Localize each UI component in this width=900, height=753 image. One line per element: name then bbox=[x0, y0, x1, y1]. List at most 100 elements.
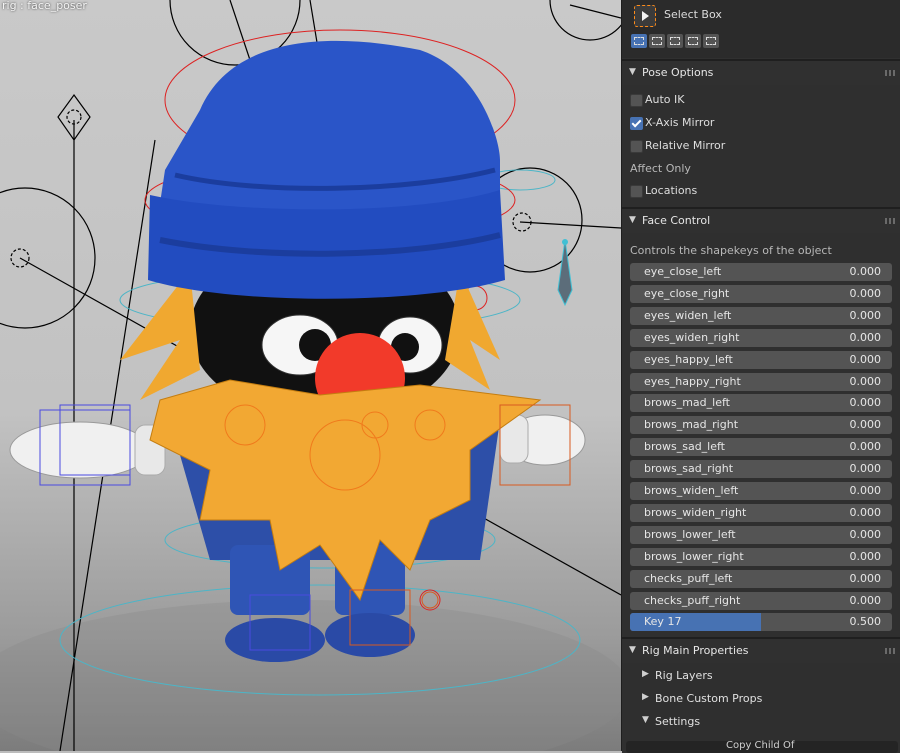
right-glove bbox=[499, 414, 586, 466]
copy-child-of-button[interactable]: Copy Child Of bbox=[626, 740, 898, 753]
shapekey-value: 0.000 bbox=[849, 484, 882, 497]
extend-selection-icon[interactable] bbox=[649, 34, 665, 48]
shapekey-slider[interactable]: eyes_widen_right 0.000 bbox=[630, 328, 892, 347]
rig-main-properties-panel: ▼ Rig Main Properties ▶ Rig Layers ▶ Bon… bbox=[622, 637, 900, 753]
hat bbox=[148, 40, 505, 299]
shapekey-value: 0.000 bbox=[849, 549, 882, 563]
select-box-tool-icon[interactable] bbox=[634, 5, 656, 27]
properties-sidebar: Select Box ▼ Pose Options Auto IK X-Axis… bbox=[621, 0, 900, 753]
shapekey-slider[interactable]: brows_lower_right 0.000 bbox=[630, 547, 892, 566]
locations-label: Locations bbox=[645, 184, 698, 197]
shapekey-value: 0.000 bbox=[849, 440, 882, 454]
shapekey-name: brows_widen_left bbox=[644, 484, 739, 497]
shapekey-value: 0.000 bbox=[849, 418, 882, 432]
rig-main-properties-header[interactable]: ▼ Rig Main Properties bbox=[622, 639, 900, 663]
invert-selection-icon[interactable] bbox=[685, 34, 701, 48]
bone-gizmo bbox=[557, 239, 573, 307]
affect-only-label: Affect Only bbox=[630, 162, 691, 175]
chevron-down-icon: ▼ bbox=[642, 715, 649, 725]
shapekey-name: eye_close_left bbox=[644, 265, 722, 278]
shapekey-slider[interactable]: brows_sad_left 0.000 bbox=[630, 438, 892, 457]
pose-options-title: Pose Options bbox=[642, 66, 714, 79]
shapekey-value: 0.000 bbox=[849, 265, 882, 278]
pose-options-header[interactable]: ▼ Pose Options bbox=[622, 61, 900, 85]
shapekey-value: 0.000 bbox=[849, 527, 882, 541]
pose-options-panel: ▼ Pose Options Auto IK X-Axis Mirror Rel… bbox=[622, 59, 900, 207]
checkbox-icon[interactable] bbox=[630, 140, 643, 153]
rig-layers-label: Rig Layers bbox=[655, 669, 713, 682]
shapekey-name: brows_lower_left bbox=[644, 527, 736, 541]
shapekey-slider[interactable]: eye_close_left 0.000 bbox=[630, 263, 892, 281]
shapekey-value: 0.500 bbox=[849, 615, 882, 629]
shapekey-name: eyes_happy_right bbox=[644, 374, 741, 388]
shapekey-value: 0.000 bbox=[849, 374, 882, 388]
shapekey-name: eyes_widen_right bbox=[644, 330, 740, 344]
intersect-selection-icon[interactable] bbox=[703, 34, 719, 48]
drag-grip-icon[interactable] bbox=[885, 218, 895, 224]
shapekey-value: 0.000 bbox=[849, 352, 882, 366]
shapekey-value: 0.000 bbox=[849, 286, 882, 300]
shapekey-slider[interactable]: brows_mad_right 0.000 bbox=[630, 416, 892, 435]
active-tool-label: Select Box bbox=[664, 8, 722, 21]
shapekey-value: 0.000 bbox=[849, 396, 882, 410]
rig-layers-subpanel[interactable]: ▶ Rig Layers bbox=[622, 665, 900, 687]
selection-mode-buttons bbox=[631, 34, 719, 48]
shapekey-name: brows_sad_left bbox=[644, 440, 725, 454]
shapekey-slider[interactable]: Key 17 0.500 bbox=[630, 613, 892, 632]
x-axis-mirror-label: X-Axis Mirror bbox=[645, 116, 715, 129]
set-selection-icon[interactable] bbox=[631, 34, 647, 48]
shapekey-slider[interactable]: eyes_widen_left 0.000 bbox=[630, 306, 892, 325]
shapekey-name: brows_mad_right bbox=[644, 418, 739, 432]
shapekey-slider[interactable]: brows_widen_right 0.000 bbox=[630, 503, 892, 522]
shapekey-slider[interactable]: brows_widen_left 0.000 bbox=[630, 482, 892, 500]
chevron-right-icon: ▶ bbox=[642, 692, 649, 702]
drag-grip-icon[interactable] bbox=[885, 70, 895, 76]
chevron-down-icon: ▼ bbox=[629, 645, 636, 655]
shapekey-name: brows_widen_right bbox=[644, 505, 747, 519]
copy-child-of-label: Copy Child Of bbox=[726, 740, 795, 751]
chevron-down-icon: ▼ bbox=[629, 67, 636, 77]
shapekey-slider[interactable]: eyes_happy_right 0.000 bbox=[630, 372, 892, 391]
shapekey-slider[interactable]: brows_sad_right 0.000 bbox=[630, 460, 892, 479]
shapekey-slider[interactable]: eyes_happy_left 0.000 bbox=[630, 350, 892, 369]
face-control-panel: ▼ Face Control Controls the shapekeys of… bbox=[622, 207, 900, 637]
auto-ik-label: Auto IK bbox=[645, 93, 685, 106]
checkbox-icon[interactable] bbox=[630, 94, 643, 107]
shapekey-slider[interactable]: checks_puff_right 0.000 bbox=[630, 591, 892, 610]
checkbox-checked-icon[interactable] bbox=[630, 117, 643, 130]
shapekey-value: 0.000 bbox=[849, 571, 882, 585]
face-control-description: Controls the shapekeys of the object bbox=[630, 244, 832, 257]
shapekey-name: brows_sad_right bbox=[644, 462, 734, 476]
shapekey-name: brows_lower_right bbox=[644, 549, 744, 563]
rig-main-properties-title: Rig Main Properties bbox=[642, 644, 749, 657]
chevron-right-icon: ▶ bbox=[642, 669, 649, 679]
chevron-down-icon: ▼ bbox=[629, 215, 636, 225]
active-tool-section: Select Box bbox=[622, 0, 900, 58]
bone-custom-props-subpanel[interactable]: ▶ Bone Custom Props bbox=[622, 688, 900, 710]
settings-subpanel[interactable]: ▼ Settings bbox=[622, 711, 900, 733]
shapekey-slider[interactable]: eye_close_right 0.000 bbox=[630, 284, 892, 303]
settings-label: Settings bbox=[655, 715, 701, 728]
shapekey-name: checks_puff_right bbox=[644, 593, 741, 607]
shapekey-name: eyes_happy_left bbox=[644, 352, 733, 366]
bone-custom-props-label: Bone Custom Props bbox=[655, 692, 763, 705]
viewport-object-label: rig : face_poser bbox=[2, 0, 87, 12]
shapekey-value: 0.000 bbox=[849, 593, 882, 607]
shapekey-name: brows_mad_left bbox=[644, 396, 730, 410]
shapekey-slider[interactable]: brows_mad_left 0.000 bbox=[630, 394, 892, 413]
face-control-title: Face Control bbox=[642, 214, 711, 227]
shapekey-slider[interactable]: checks_puff_left 0.000 bbox=[630, 569, 892, 588]
checkbox-icon[interactable] bbox=[630, 185, 643, 198]
face-control-header[interactable]: ▼ Face Control bbox=[622, 209, 900, 233]
subtract-selection-icon[interactable] bbox=[667, 34, 683, 48]
drag-grip-icon[interactable] bbox=[885, 648, 895, 654]
shapekey-value: 0.000 bbox=[849, 308, 882, 322]
shapekey-name: eyes_widen_left bbox=[644, 308, 732, 322]
shapekey-value: 0.000 bbox=[849, 505, 882, 519]
3d-viewport[interactable]: rig : face_poser bbox=[0, 0, 621, 751]
viewport-scene bbox=[0, 0, 621, 751]
left-glove bbox=[9, 421, 166, 479]
shapekey-slider[interactable]: brows_lower_left 0.000 bbox=[630, 525, 892, 544]
shapekey-value: 0.000 bbox=[849, 330, 882, 344]
shapekey-name: checks_puff_left bbox=[644, 571, 733, 585]
